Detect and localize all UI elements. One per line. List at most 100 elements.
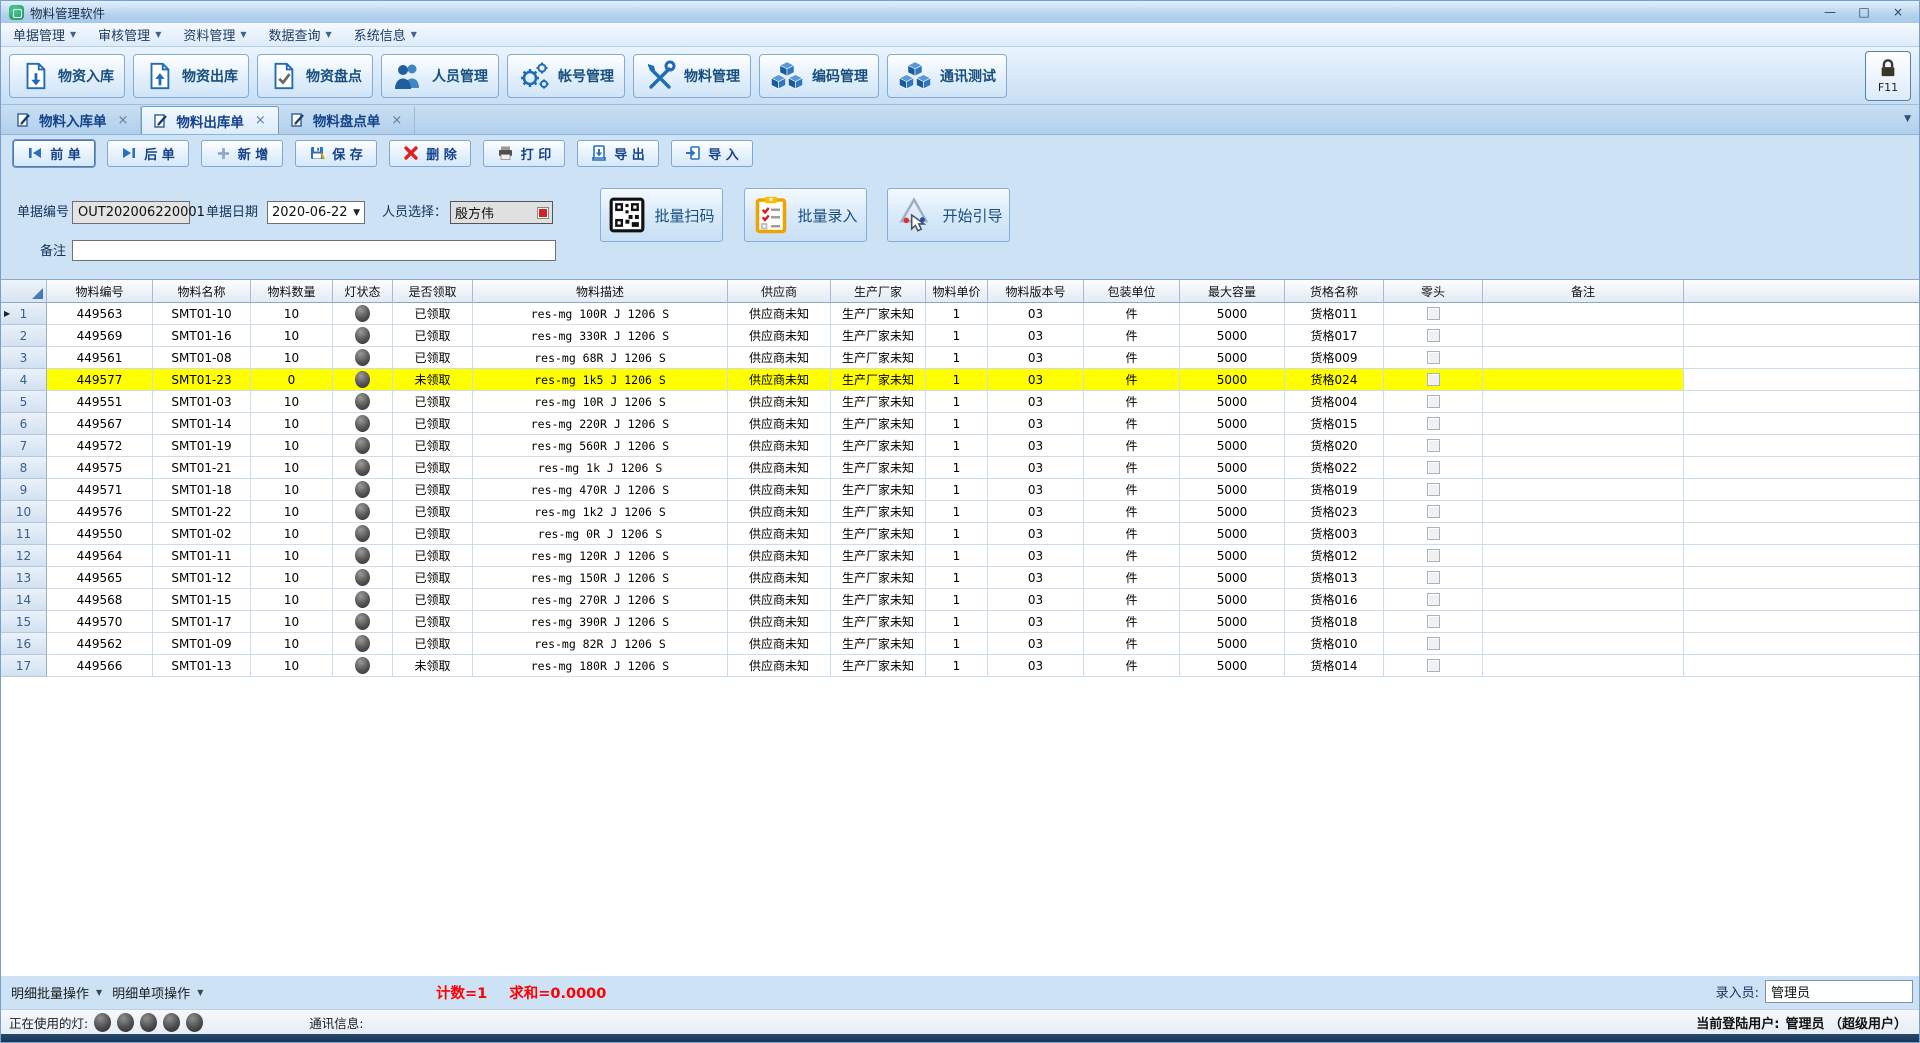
- menu-item-system-info[interactable]: 系统信息▼: [354, 25, 417, 44]
- tab-stock-out-order[interactable]: 物料出库单 ×: [141, 106, 278, 134]
- row-header-cell[interactable]: 5: [1, 391, 47, 413]
- row-header-cell[interactable]: 9: [1, 479, 47, 501]
- odd-checkbox[interactable]: [1427, 527, 1440, 540]
- odd-checkbox[interactable]: [1427, 637, 1440, 650]
- table-row[interactable]: 5449551SMT01-0310已领取res-mg 10R J 1206 S供…: [1, 391, 1919, 413]
- table-row[interactable]: 16449562SMT01-0910已领取res-mg 82R J 1206 S…: [1, 633, 1919, 655]
- person-picker-button[interactable]: [538, 208, 548, 218]
- col-header-desc[interactable]: 物料描述: [473, 280, 728, 303]
- row-header-cell[interactable]: 2: [1, 325, 47, 347]
- detail-batch-ops-button[interactable]: 明细批量操作▼: [11, 983, 102, 1002]
- row-header-cell[interactable]: 1▶: [1, 303, 47, 325]
- row-header-cell[interactable]: 6: [1, 413, 47, 435]
- odd-checkbox[interactable]: [1427, 395, 1440, 408]
- note-field[interactable]: [72, 240, 556, 261]
- code-mgmt-button[interactable]: 编码管理: [759, 54, 879, 98]
- col-header-supplier[interactable]: 供应商: [728, 280, 831, 303]
- col-header-version[interactable]: 物料版本号: [988, 280, 1084, 303]
- table-row[interactable]: 3449561SMT01-0810已领取res-mg 68R J 1206 S供…: [1, 347, 1919, 369]
- row-header-cell[interactable]: 17: [1, 655, 47, 677]
- start-guide-button[interactable]: 开始引导: [887, 188, 1010, 242]
- close-icon[interactable]: ×: [118, 113, 129, 128]
- col-header-note[interactable]: 备注: [1483, 280, 1684, 303]
- row-header-cell[interactable]: 14: [1, 589, 47, 611]
- close-button[interactable]: ×: [1889, 5, 1907, 19]
- menu-item-query[interactable]: 数据查询▼: [269, 25, 332, 44]
- col-header-lamp[interactable]: 灯状态: [333, 280, 393, 303]
- save-button[interactable]: 保 存: [295, 140, 377, 167]
- col-header-price[interactable]: 物料单价: [926, 280, 988, 303]
- import-button[interactable]: 导 入: [671, 140, 753, 167]
- person-field[interactable]: 殷方伟: [450, 201, 553, 224]
- odd-checkbox[interactable]: [1427, 615, 1440, 628]
- batch-scan-button[interactable]: 批量扫码: [600, 188, 723, 242]
- table-row[interactable]: 13449565SMT01-1210已领取res-mg 150R J 1206 …: [1, 567, 1919, 589]
- select-all-corner-cell[interactable]: [1, 280, 47, 303]
- menu-item-audit-mgmt[interactable]: 审核管理▼: [98, 25, 161, 44]
- prev-order-button[interactable]: 前 单: [13, 140, 95, 167]
- row-header-cell[interactable]: 15: [1, 611, 47, 633]
- odd-checkbox[interactable]: [1427, 505, 1440, 518]
- stock-out-button[interactable]: 物资出库: [133, 54, 249, 98]
- operator-field[interactable]: 管理员: [1765, 980, 1913, 1003]
- table-row[interactable]: 2449569SMT01-1610已领取res-mg 330R J 1206 S…: [1, 325, 1919, 347]
- menu-item-order-mgmt[interactable]: 单据管理▼: [13, 25, 76, 44]
- table-row[interactable]: 14449568SMT01-1510已领取res-mg 270R J 1206 …: [1, 589, 1919, 611]
- maximize-button[interactable]: □: [1855, 5, 1873, 19]
- row-header-cell[interactable]: 7: [1, 435, 47, 457]
- table-row[interactable]: 12449564SMT01-1110已领取res-mg 120R J 1206 …: [1, 545, 1919, 567]
- odd-checkbox[interactable]: [1427, 461, 1440, 474]
- next-order-button[interactable]: 后 单: [107, 140, 189, 167]
- col-header-odd[interactable]: 零头: [1384, 280, 1483, 303]
- odd-checkbox[interactable]: [1427, 439, 1440, 452]
- odd-checkbox[interactable]: [1427, 373, 1440, 386]
- print-button[interactable]: 打 印: [483, 140, 565, 167]
- row-header-cell[interactable]: 16: [1, 633, 47, 655]
- order-date-select[interactable]: 2020-06-22 ▼: [267, 201, 365, 224]
- col-header-qty[interactable]: 物料数量: [251, 280, 333, 303]
- add-button[interactable]: 新 增: [201, 140, 283, 167]
- order-no-field[interactable]: OUT202006220001: [72, 201, 190, 224]
- odd-checkbox[interactable]: [1427, 549, 1440, 562]
- col-header-maker[interactable]: 生产厂家: [831, 280, 926, 303]
- table-row[interactable]: 4449577SMT01-230未领取res-mg 1k5 J 1206 S供应…: [1, 369, 1919, 391]
- col-header-code[interactable]: 物料编号: [47, 280, 153, 303]
- minimize-button[interactable]: —: [1821, 5, 1839, 19]
- row-header-cell[interactable]: 8: [1, 457, 47, 479]
- row-header-cell[interactable]: 10: [1, 501, 47, 523]
- odd-checkbox[interactable]: [1427, 307, 1440, 320]
- close-icon[interactable]: ×: [255, 113, 266, 128]
- table-row[interactable]: 6449567SMT01-1410已领取res-mg 220R J 1206 S…: [1, 413, 1919, 435]
- lock-f11-button[interactable]: F11: [1865, 51, 1911, 101]
- table-row[interactable]: 1▶449563SMT01-1010已领取res-mg 100R J 1206 …: [1, 303, 1919, 325]
- table-row[interactable]: 11449550SMT01-0210已领取res-mg 0R J 1206 S供…: [1, 523, 1919, 545]
- odd-checkbox[interactable]: [1427, 417, 1440, 430]
- row-header-cell[interactable]: 11: [1, 523, 47, 545]
- tab-stock-in-order[interactable]: 物料入库单 ×: [5, 106, 141, 134]
- odd-checkbox[interactable]: [1427, 659, 1440, 672]
- batch-entry-button[interactable]: 批量录入: [744, 188, 867, 242]
- table-row[interactable]: 8449575SMT01-2110已领取res-mg 1k J 1206 S供应…: [1, 457, 1919, 479]
- table-row[interactable]: 15449570SMT01-1710已领取res-mg 390R J 1206 …: [1, 611, 1919, 633]
- col-header-taken[interactable]: 是否领取: [393, 280, 473, 303]
- account-mgmt-button[interactable]: 帐号管理: [507, 54, 625, 98]
- personnel-mgmt-button[interactable]: 人员管理: [381, 54, 499, 98]
- col-header-shelf[interactable]: 货格名称: [1285, 280, 1384, 303]
- row-header-cell[interactable]: 12: [1, 545, 47, 567]
- material-mgmt-button[interactable]: 物料管理: [633, 54, 751, 98]
- row-header-cell[interactable]: 3: [1, 347, 47, 369]
- table-row[interactable]: 17449566SMT01-1310未领取res-mg 180R J 1206 …: [1, 655, 1919, 677]
- col-header-capacity[interactable]: 最大容量: [1180, 280, 1285, 303]
- tab-stock-check-order[interactable]: 物料盘点单 ×: [279, 106, 415, 134]
- close-icon[interactable]: ×: [391, 113, 402, 128]
- odd-checkbox[interactable]: [1427, 351, 1440, 364]
- table-row[interactable]: 10449576SMT01-2210已领取res-mg 1k2 J 1206 S…: [1, 501, 1919, 523]
- detail-single-ops-button[interactable]: 明细单项操作▼: [112, 983, 203, 1002]
- comm-test-button[interactable]: 通讯测试: [887, 54, 1007, 98]
- stock-in-button[interactable]: 物资入库: [9, 54, 125, 98]
- col-header-unit[interactable]: 包装单位: [1084, 280, 1180, 303]
- table-row[interactable]: 9449571SMT01-1810已领取res-mg 470R J 1206 S…: [1, 479, 1919, 501]
- col-header-name[interactable]: 物料名称: [153, 280, 251, 303]
- table-row[interactable]: 7449572SMT01-1910已领取res-mg 560R J 1206 S…: [1, 435, 1919, 457]
- row-header-cell[interactable]: 4: [1, 369, 47, 391]
